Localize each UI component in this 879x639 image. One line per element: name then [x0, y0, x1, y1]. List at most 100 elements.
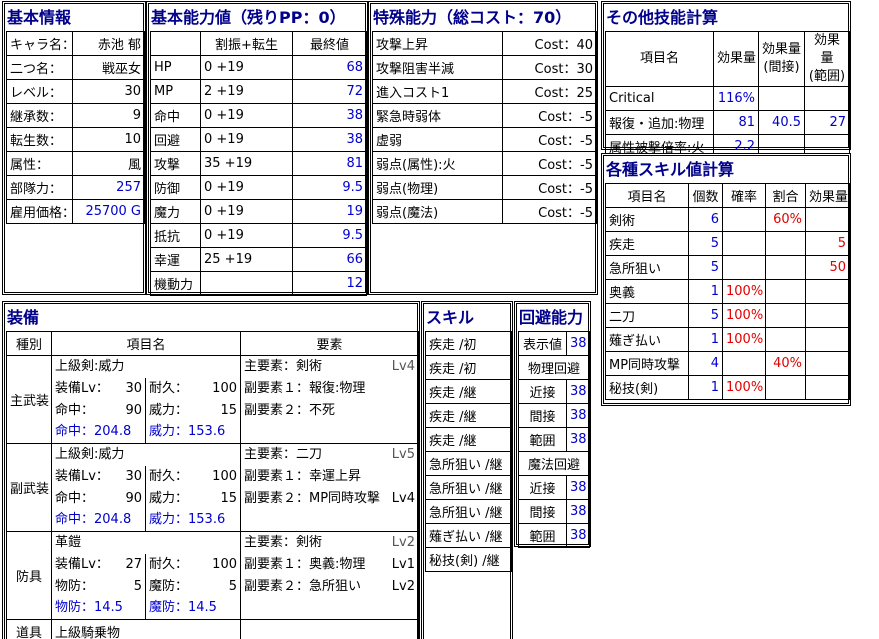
stat-name: 抵抗	[150, 223, 201, 248]
other-header-area: 効果量 (範囲)	[804, 31, 850, 87]
other-skill-title: その他技能計算	[606, 8, 719, 27]
stat-final: 9.5	[292, 175, 367, 200]
evasion-magic-header-row: 魔法回避	[518, 451, 590, 476]
stat-final: 81	[292, 151, 367, 176]
special-name: 虚弱	[372, 127, 503, 152]
equipment-type: 防具	[6, 531, 52, 620]
special-title: 特殊能力（総コスト：70）	[373, 8, 572, 27]
equipment-title: 装備	[7, 308, 40, 327]
equipment-level: 装備Lv： 27	[53, 553, 146, 576]
equipment-tool-element	[240, 619, 419, 639]
equipment-sub1-name: 副要素１：奥義:物理	[244, 556, 366, 572]
stat-row: 防御 0 +19 9.5	[150, 175, 367, 200]
equipment-level-label: 装備Lv：	[55, 556, 109, 572]
skill-calc-ratio: 60%	[765, 207, 806, 232]
special-cost: Cost：25	[502, 79, 597, 104]
skills-table: 疾走 /初 疾走 /初 疾走 /継 疾走 /継 疾走 /継 急所狙い /継 急所狙い /継急…	[425, 331, 512, 572]
equipment-item-cell: 上級剣:威力 装備Lv： 30 耐久： 100 命中： 90 威力： 15 命中：204.8 威力：…	[51, 355, 241, 444]
evasion-magic-value: 38	[566, 475, 590, 500]
basic-info-value: 赤池 郁	[72, 31, 145, 56]
stat-name: HP	[150, 55, 201, 80]
evasion-panel: 回避能力 表示値 38 物理回避 近接 38 間接 38 範囲 38 魔法回避 近接 38 間接 38 範囲…	[514, 301, 591, 548]
equipment-main-element-name: 主要素：剣術	[244, 535, 323, 550]
equipment-sub-element-1: 副要素１：報復:物理	[242, 378, 418, 400]
skill-calc-header-ratio: 割合	[765, 183, 806, 208]
skill-name: 薙ぎ払い /継	[425, 523, 512, 548]
other-area	[804, 86, 850, 111]
skill-calc-prob: 100%	[722, 327, 766, 352]
skill-calc-row: 急所狙い 5 50	[605, 255, 850, 280]
skill-calc-header-item: 項目名	[605, 183, 689, 208]
skill-row: 疾走 /継	[425, 379, 512, 404]
equipment-sub-element-1: 副要素１：幸運上昇	[242, 466, 418, 488]
skill-row: 疾走 /初	[425, 355, 512, 380]
equipment-final-a: 物防：14.5	[53, 597, 146, 619]
stat-name: 幸運	[150, 247, 201, 272]
special-row: 攻撃上昇 Cost：40	[372, 31, 597, 56]
basic-info-label: 二つ名：	[6, 55, 73, 80]
evasion-physical-value: 38	[566, 379, 590, 404]
equipment-element-cell: 主要素：剣術 Lv2 副要素１：奥義:物理 Lv1 副要素２：急所狙い Lv2	[240, 531, 419, 620]
skill-name: 疾走 /継	[425, 403, 512, 428]
special-cost: Cost：-5	[502, 127, 597, 152]
skills-panel: スキル 疾走 /初 疾走 /初 疾走 /継 疾走 /継 疾走 /継 急所狙い /継 急所狙い…	[421, 301, 513, 639]
evasion-table: 表示値 38 物理回避 近接 38 間接 38 範囲 38 魔法回避 近接 38 間接 38 範囲 38	[518, 331, 590, 548]
skill-calc-eff	[805, 207, 850, 232]
skill-row: 疾走 /継	[425, 427, 512, 452]
equipment-level-value: 27	[125, 556, 142, 572]
equipment-stat-a-label: 命中：	[55, 490, 95, 506]
skill-calc-count: 1	[688, 375, 723, 400]
basic-info-row: 部隊力： 257	[6, 175, 145, 200]
equipment-stat-a-label: 命中：	[55, 402, 95, 418]
skill-name: 疾走 /継	[425, 379, 512, 404]
stat-row: 抵抗 0 +19 9.5	[150, 223, 367, 248]
skill-calc-count: 4	[688, 351, 723, 376]
equipment-stat-b-value: 15	[220, 490, 237, 506]
skills-title: スキル	[426, 308, 475, 327]
skill-calc-count: 5	[688, 231, 723, 256]
equipment-element-cell: 主要素：二刀 Lv5 副要素１：幸運上昇 副要素２：MP同時攻撃 Lv4	[240, 443, 419, 532]
equipment-main-element-lv: Lv5	[391, 447, 415, 462]
skill-calc-row: 疾走 5 5	[605, 231, 850, 256]
other-skill-panel: その他技能計算 項目名 効果量 効果量 (間接) 効果量 (範囲) Critic…	[601, 1, 851, 159]
equipment-stat-b: 威力： 15	[146, 400, 240, 422]
basic-info-label: キャラ名：	[6, 31, 73, 56]
equipment-stat-b: 魔防： 5	[146, 576, 240, 598]
equipment-level-label: 装備Lv：	[55, 468, 109, 484]
equipment-sub2-name: 副要素２：不死	[244, 402, 336, 418]
skill-row: 急所狙い /継	[425, 475, 512, 500]
basic-info-value: 30	[72, 79, 145, 104]
stat-name: 命中	[150, 103, 201, 128]
evasion-display-value: 38	[566, 331, 590, 356]
skill-name: 疾走 /初	[425, 355, 512, 380]
equipment-header-item: 項目名	[51, 331, 241, 356]
skill-calc-row: 二刀 5 100%	[605, 303, 850, 328]
basic-info-table: キャラ名： 赤池 郁二つ名： 戦巫女 レベル： 30 継承数： 9 転生数： 10 属性：風部隊力…	[6, 31, 145, 224]
equipment-level: 装備Lv： 30	[53, 465, 146, 488]
equipment-stat-a-value: 90	[125, 402, 142, 418]
stat-alloc: 2 +19	[200, 79, 293, 104]
equipment-tool-row: 道具 上級騎乗物	[6, 619, 419, 639]
skill-calc-header-eff: 効果量	[805, 183, 850, 208]
special-row: 弱点(属性):火 Cost：-5	[372, 151, 597, 176]
stat-name: 機動力	[150, 271, 201, 296]
special-name: 進入コスト1	[372, 79, 503, 104]
skill-calc-name: 急所狙い	[605, 255, 689, 280]
skill-calc-row: 奥義 1 100%	[605, 279, 850, 304]
evasion-physical-value: 38	[566, 403, 590, 428]
special-row: 弱点(魔法) Cost：-5	[372, 199, 597, 224]
other-indirect: 40.5	[758, 110, 805, 135]
equipment-header-type: 種別	[6, 331, 52, 356]
other-header-item: 項目名	[605, 31, 714, 87]
basic-info-value: 風	[72, 151, 145, 176]
evasion-physical-row: 範囲 38	[518, 427, 590, 452]
stat-alloc: 0 +19	[200, 223, 293, 248]
stats-table: 割振+転生 最終値 HP 0 +19 68 MP 2 +19 72 命中 0 +19 38 回避 0…	[150, 31, 367, 296]
stats-header-final: 最終値	[292, 31, 367, 56]
equipment-header-element: 要素	[240, 331, 419, 356]
evasion-magic-row: 近接 38	[518, 475, 590, 500]
stat-final: 72	[292, 79, 367, 104]
basic-info-value: 10	[72, 127, 145, 152]
other-indirect	[758, 86, 805, 111]
stat-row: HP 0 +19 68	[150, 55, 367, 80]
